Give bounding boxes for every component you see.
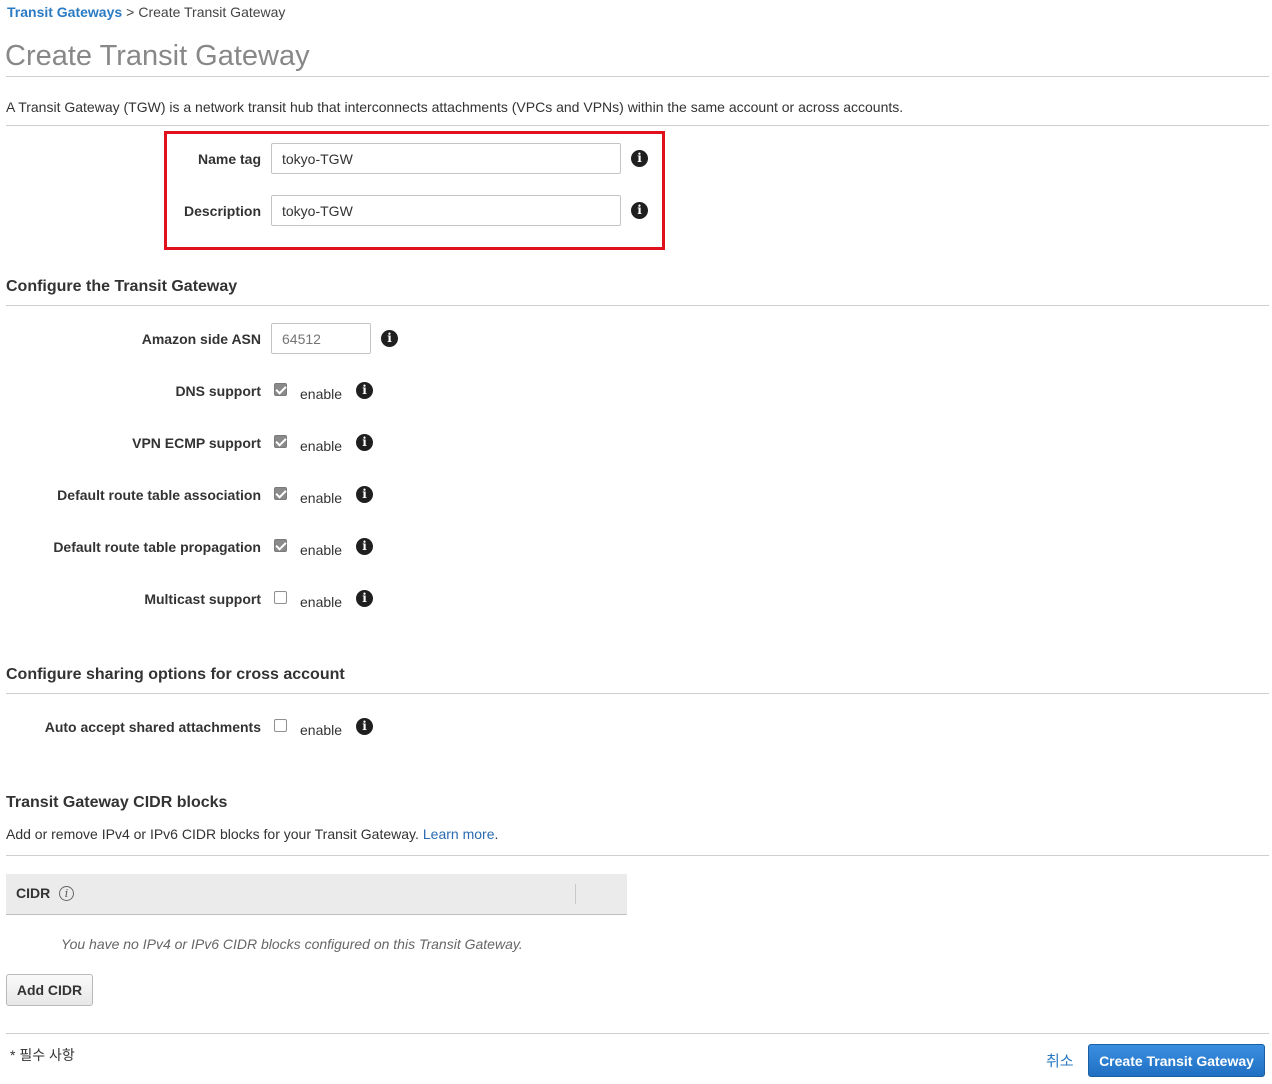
- name-tag-info-icon[interactable]: i: [631, 150, 648, 167]
- asn-info-icon[interactable]: i: [381, 330, 398, 347]
- multicast-support-checkbox[interactable]: [274, 591, 287, 604]
- vpn-ecmp-support-info-icon[interactable]: i: [356, 434, 373, 451]
- configure-divider: [6, 305, 1269, 306]
- sharing-divider: [6, 693, 1269, 694]
- name-tag-label: Name tag: [197, 151, 261, 167]
- page-title: Create Transit Gateway: [5, 40, 310, 72]
- auto-accept-enable-text: enable: [300, 722, 343, 738]
- cidr-description: Add or remove IPv4 or IPv6 CIDR blocks f…: [6, 826, 498, 842]
- column-divider[interactable]: [575, 884, 576, 904]
- auto-accept-checkbox[interactable]: [274, 719, 287, 732]
- cidr-divider: [6, 855, 1269, 856]
- breadcrumb-current: Create Transit Gateway: [138, 4, 286, 20]
- multicast-support-enable-text: enable: [300, 594, 343, 610]
- learn-more-link[interactable]: Learn more: [423, 826, 495, 842]
- cidr-table-header: CIDR i: [6, 874, 627, 915]
- default-route-table-association-info-icon[interactable]: i: [356, 486, 373, 503]
- default-route-table-association-checkbox[interactable]: [274, 487, 287, 500]
- dns-support-checkbox[interactable]: [274, 383, 287, 396]
- asn-input[interactable]: [271, 323, 371, 354]
- auto-accept-label: Auto accept shared attachments: [44, 719, 261, 735]
- auto-accept-info-icon[interactable]: i: [356, 718, 373, 735]
- cidr-info-icon[interactable]: i: [59, 886, 74, 901]
- description-label: Description: [183, 203, 261, 219]
- intro-divider: [6, 125, 1269, 126]
- default-route-table-association-enable-text: enable: [300, 490, 343, 506]
- page-intro: A Transit Gateway (TGW) is a network tra…: [6, 99, 904, 115]
- multicast-support-info-icon[interactable]: i: [356, 590, 373, 607]
- default-route-table-propagation-label: Default route table propagation: [53, 539, 261, 555]
- sharing-heading: Configure sharing options for cross acco…: [6, 666, 345, 683]
- dns-support-enable-text: enable: [300, 386, 343, 402]
- default-route-table-propagation-enable-text: enable: [300, 542, 343, 558]
- configure-heading: Configure the Transit Gateway: [6, 278, 238, 295]
- name-tag-input[interactable]: [271, 143, 621, 174]
- title-divider: [6, 76, 1269, 77]
- cidr-heading: Transit Gateway CIDR blocks: [6, 794, 228, 811]
- cidr-description-text: Add or remove IPv4 or IPv6 CIDR blocks f…: [6, 826, 419, 842]
- default-route-table-association-label: Default route table association: [57, 487, 261, 503]
- dns-support-label: DNS support: [175, 383, 261, 399]
- cidr-empty-message: You have no IPv4 or IPv6 CIDR blocks con…: [61, 936, 523, 952]
- cidr-column-header: CIDR: [16, 885, 51, 901]
- footer-divider: [6, 1033, 1269, 1034]
- required-note: * 필수 사항: [10, 1047, 75, 1063]
- asn-label: Amazon side ASN: [141, 331, 261, 347]
- vpn-ecmp-support-label: VPN ECMP support: [132, 435, 261, 451]
- vpn-ecmp-support-enable-text: enable: [300, 438, 343, 454]
- description-info-icon[interactable]: i: [631, 202, 648, 219]
- dns-support-info-icon[interactable]: i: [356, 382, 373, 399]
- cancel-link[interactable]: 취소: [1046, 1050, 1074, 1071]
- create-transit-gateway-button[interactable]: Create Transit Gateway: [1088, 1044, 1265, 1077]
- multicast-support-label: Multicast support: [144, 591, 261, 607]
- breadcrumb-separator: >: [126, 4, 135, 20]
- default-route-table-propagation-info-icon[interactable]: i: [356, 538, 373, 555]
- breadcrumb-transit-gateways-link[interactable]: Transit Gateways: [7, 4, 122, 20]
- default-route-table-propagation-checkbox[interactable]: [274, 539, 287, 552]
- learn-more-suffix: .: [494, 826, 499, 842]
- add-cidr-button[interactable]: Add CIDR: [6, 974, 93, 1006]
- breadcrumb: Transit Gateways > Create Transit Gateway: [7, 4, 285, 20]
- vpn-ecmp-support-checkbox[interactable]: [274, 435, 287, 448]
- description-input[interactable]: [271, 195, 621, 226]
